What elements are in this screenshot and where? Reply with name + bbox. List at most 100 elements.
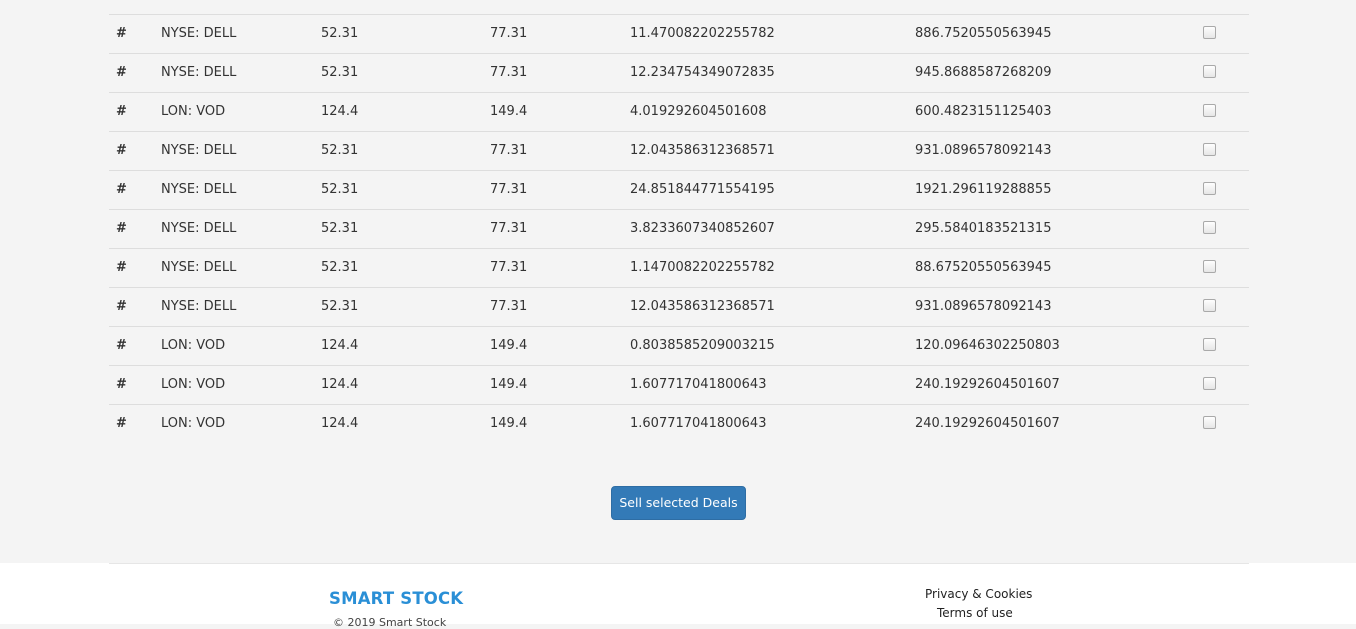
table-row: # NYSE: DELL 52.31 77.31 12.043586312368571 9… [109,131,1249,170]
select-deal-checkbox[interactable] [1203,299,1216,312]
sell-price-cell: 77.31 [490,260,528,275]
table-row: # LON: VOD 124.4 149.4 4.019292604501608 600.… [109,92,1249,131]
symbol-cell: NYSE: DELL [161,26,237,41]
value-cell: 120.09646302250803 [915,338,1060,353]
select-deal-checkbox[interactable] [1203,221,1216,234]
value-cell: 600.4823151125403 [915,104,1052,119]
quantity-cell: 1.1470082202255782 [630,260,775,275]
select-deal-checkbox[interactable] [1203,377,1216,390]
quantity-cell: 0.8038585209003215 [630,338,775,353]
quantity-cell: 1.607717041800643 [630,416,767,431]
row-hash-link[interactable]: # [116,416,127,432]
row-hash-link[interactable]: # [116,65,127,81]
table-row: # NYSE: DELL 52.31 77.31 24.851844771554195 1… [109,170,1249,209]
select-deal-checkbox[interactable] [1203,26,1216,39]
table-row: # NYSE: DELL 52.31 77.31 12.234754349072835 9… [109,53,1249,92]
row-hash-link[interactable]: # [116,377,127,393]
footer-copyright: © 2019 Smart Stock [333,616,447,629]
value-cell: 945.8688587268209 [915,65,1052,80]
sell-price-cell: 77.31 [490,182,528,197]
footer: SMART STOCK © 2019 Smart Stock Privacy &… [0,563,1356,629]
row-hash-link[interactable]: # [116,143,127,159]
value-cell: 1921.296119288855 [915,182,1052,197]
sell-price-cell: 77.31 [490,299,528,314]
row-hash-link[interactable]: # [116,182,127,198]
sell-price-cell: 149.4 [490,416,528,431]
select-cell [1203,416,1216,429]
table-row: # NYSE: DELL 52.31 77.31 3.8233607340852607 2… [109,209,1249,248]
table-row: # NYSE: DELL 52.31 77.31 1.1470082202255782 8… [109,248,1249,287]
buy-price-cell: 52.31 [321,299,359,314]
footer-divider [109,563,1249,564]
select-cell [1203,65,1216,78]
value-cell: 88.67520550563945 [915,260,1052,275]
sell-price-cell: 149.4 [490,377,528,392]
value-cell: 931.0896578092143 [915,299,1052,314]
select-cell [1203,221,1216,234]
select-deal-checkbox[interactable] [1203,104,1216,117]
row-hash-link[interactable]: # [116,299,127,315]
footer-brand-logo[interactable]: SMART STOCK [329,589,463,608]
row-hash-link[interactable]: # [116,104,127,120]
symbol-cell: LON: VOD [161,338,226,353]
value-cell: 240.19292604501607 [915,416,1060,431]
value-cell: 931.0896578092143 [915,143,1052,158]
symbol-cell: NYSE: DELL [161,143,237,158]
symbol-cell: LON: VOD [161,104,226,119]
table-row: # LON: VOD 124.4 149.4 1.607717041800643 240.… [109,365,1249,404]
select-cell [1203,260,1216,273]
buy-price-cell: 52.31 [321,26,359,41]
select-deal-checkbox[interactable] [1203,143,1216,156]
select-cell [1203,26,1216,39]
buy-price-cell: 124.4 [321,338,359,353]
quantity-cell: 11.470082202255782 [630,26,775,41]
buy-price-cell: 124.4 [321,416,359,431]
select-deal-checkbox[interactable] [1203,338,1216,351]
quantity-cell: 4.019292604501608 [630,104,767,119]
select-deal-checkbox[interactable] [1203,416,1216,429]
row-hash-link[interactable]: # [116,221,127,237]
symbol-cell: NYSE: DELL [161,182,237,197]
row-hash-link[interactable]: # [116,26,127,42]
quantity-cell: 3.8233607340852607 [630,221,775,236]
sell-price-cell: 77.31 [490,26,528,41]
sell-button-container: Sell selected Deals [611,486,746,520]
symbol-cell: LON: VOD [161,416,226,431]
select-cell [1203,143,1216,156]
buy-price-cell: 52.31 [321,182,359,197]
sell-price-cell: 149.4 [490,338,528,353]
value-cell: 240.19292604501607 [915,377,1060,392]
sell-price-cell: 77.31 [490,221,528,236]
buy-price-cell: 124.4 [321,377,359,392]
sell-price-cell: 77.31 [490,65,528,80]
privacy-cookies-link[interactable]: Privacy & Cookies [925,587,1032,601]
select-cell [1203,182,1216,195]
sell-price-cell: 149.4 [490,104,528,119]
select-cell [1203,338,1216,351]
row-hash-link[interactable]: # [116,260,127,276]
symbol-cell: LON: VOD [161,377,226,392]
buy-price-cell: 52.31 [321,143,359,158]
deals-table: # # NYSE: DELL 52.31 77.31 11.470082202255782… [109,0,1249,443]
quantity-cell: 12.043586312368571 [630,143,775,158]
buy-price-cell: 52.31 [321,260,359,275]
select-cell [1203,299,1216,312]
row-hash-link[interactable]: # [116,0,127,3]
select-deal-checkbox[interactable] [1203,260,1216,273]
buy-price-cell: 52.31 [321,65,359,80]
symbol-cell: NYSE: DELL [161,260,237,275]
sell-price-cell: 77.31 [490,143,528,158]
symbol-cell: NYSE: DELL [161,65,237,80]
table-row: # NYSE: DELL 52.31 77.31 12.043586312368571 9… [109,287,1249,326]
select-deal-checkbox[interactable] [1203,65,1216,78]
table-row: # LON: VOD 124.4 149.4 0.8038585209003215 120… [109,326,1249,365]
sell-selected-deals-button[interactable]: Sell selected Deals [611,486,746,520]
select-cell [1203,377,1216,390]
quantity-cell: 12.043586312368571 [630,299,775,314]
select-deal-checkbox[interactable] [1203,182,1216,195]
terms-of-use-link[interactable]: Terms of use [937,606,1013,620]
buy-price-cell: 124.4 [321,104,359,119]
row-hash-link[interactable]: # [116,338,127,354]
quantity-cell: 24.851844771554195 [630,182,775,197]
symbol-cell: NYSE: DELL [161,299,237,314]
